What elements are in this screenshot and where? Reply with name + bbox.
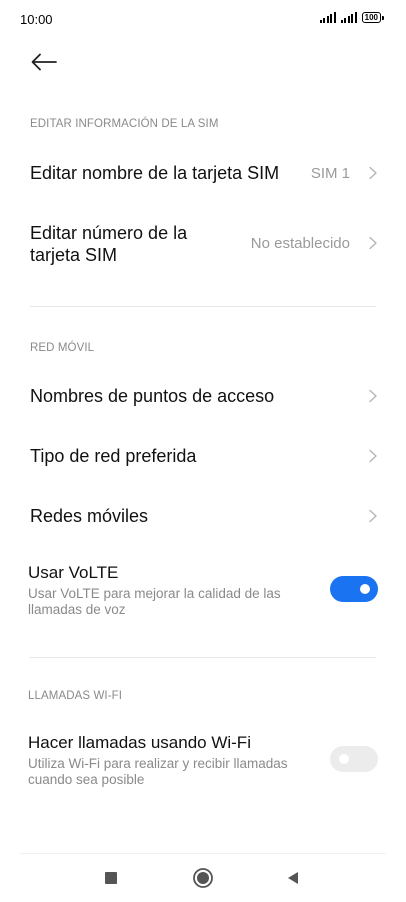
toggle-knob (360, 584, 370, 594)
wifi-calls-title: Hacer llamadas usando Wi-Fi (28, 733, 251, 752)
preferred-network-row[interactable]: Tipo de red preferida (0, 432, 406, 480)
square-icon (105, 872, 117, 884)
chevron-right-icon (369, 509, 377, 523)
nav-back-button[interactable] (285, 870, 301, 886)
divider (30, 657, 376, 658)
edit-sim-number-row[interactable]: Editar número de la tarjeta SIM No estab… (0, 218, 406, 270)
toggle-knob (339, 754, 349, 764)
divider (30, 306, 376, 307)
volte-title: Usar VoLTE (28, 563, 119, 582)
triangle-left-icon (288, 872, 298, 884)
apn-label: Nombres de puntos de acceso (30, 386, 275, 406)
edit-sim-number-label-line2: tarjeta SIM (30, 245, 118, 265)
volte-description: Usar VoLTE para mejorar la calidad de la… (28, 586, 281, 617)
section-header-wifi-calls: LLAMADAS WI-FI (28, 690, 123, 702)
chevron-right-icon (369, 236, 377, 250)
section-header-sim-info: EDITAR INFORMACIÓN DE LA SIM (30, 118, 219, 130)
section-header-mobile-network: RED MÓVIL (30, 342, 95, 354)
circle-icon (193, 868, 213, 888)
preferred-network-label: Tipo de red preferida (30, 446, 197, 466)
nav-recents-button[interactable] (104, 871, 118, 885)
mobile-networks-label: Redes móviles (30, 506, 149, 526)
volte-toggle[interactable] (330, 576, 378, 602)
nav-divider (20, 853, 386, 854)
chevron-right-icon (369, 449, 377, 463)
edit-sim-name-value: SIM 1 (310, 165, 350, 182)
signal-1-icon (319, 12, 336, 23)
mobile-networks-row[interactable]: Redes móviles (0, 492, 406, 540)
chevron-right-icon (369, 166, 377, 180)
chevron-right-icon (369, 389, 377, 403)
apn-row[interactable]: Nombres de puntos de acceso (0, 372, 406, 420)
status-icons: 100 (319, 12, 384, 23)
signal-2-icon (340, 12, 357, 23)
edit-sim-number-label: Editar número de la tarjeta SIM (30, 222, 187, 266)
edit-sim-number-value: No establecido (250, 235, 350, 252)
edit-sim-name-label: Editar nombre de la tarjeta SIM (30, 163, 280, 183)
status-time: 10:00 (20, 12, 53, 27)
battery-level: 100 (361, 12, 381, 23)
edit-sim-number-label-line1: Editar número de la (30, 223, 188, 243)
edit-sim-name-row[interactable]: Editar nombre de la tarjeta SIM SIM 1 (0, 150, 406, 196)
wifi-calls-row[interactable]: Hacer llamadas usando Wi-Fi Utiliza Wi-F… (0, 730, 406, 792)
arrow-left-icon (31, 53, 57, 71)
back-button[interactable] (28, 46, 60, 78)
battery-icon: 100 (361, 12, 384, 23)
wifi-calls-toggle[interactable] (330, 746, 378, 772)
volte-row[interactable]: Usar VoLTE Usar VoLTE para mejorar la ca… (0, 560, 406, 622)
wifi-calls-description: Utiliza Wi-Fi para realizar y recibir ll… (28, 756, 288, 787)
nav-home-button[interactable] (192, 867, 214, 889)
